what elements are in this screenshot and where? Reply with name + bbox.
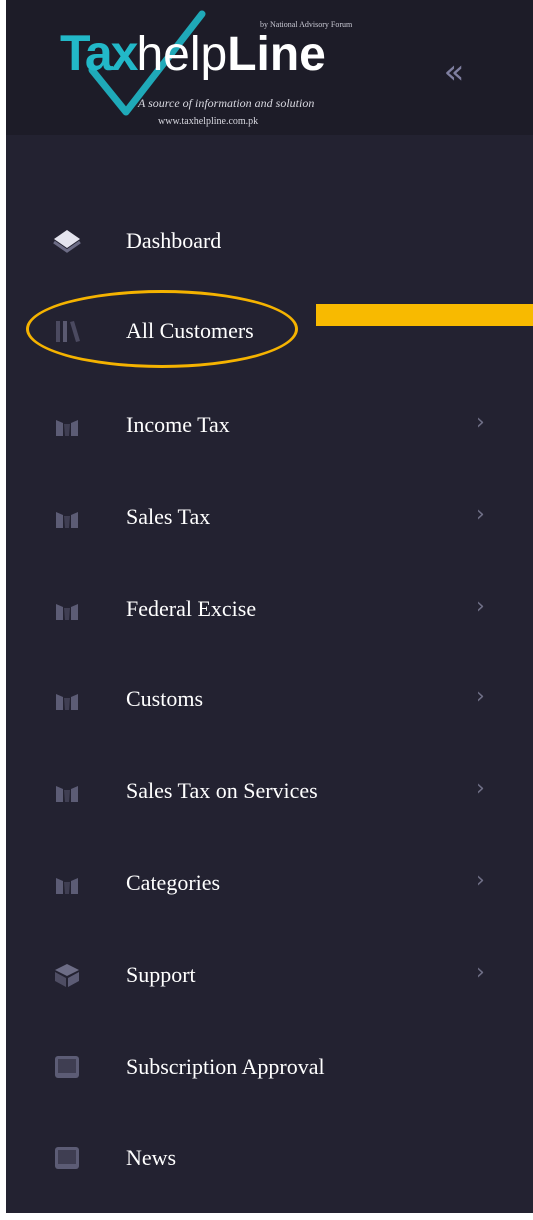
sidebar-item-sales-tax-on-services[interactable]: Sales Tax on Services › <box>6 760 533 820</box>
sidebar-item-label: Sales Tax <box>126 504 211 529</box>
chevron-right-icon: › <box>476 410 485 435</box>
logo-url: www.taxhelpline.com.pk <box>158 116 259 127</box>
chevron-right-icon: › <box>476 868 485 893</box>
sidebar-item-categories[interactable]: Categories › <box>6 852 533 912</box>
chevron-right-icon: › <box>476 960 485 985</box>
chart-icon <box>56 694 78 710</box>
chart-icon <box>56 512 78 528</box>
sidebar-item-dashboard[interactable]: Dashboard <box>6 210 533 270</box>
chart-icon <box>56 604 78 620</box>
sidebar-item-customs[interactable]: Customs › <box>6 668 533 728</box>
sidebar-item-sales-tax[interactable]: Sales Tax › <box>6 486 533 546</box>
chevron-right-icon: › <box>476 594 485 619</box>
sidebar: by National Advisory Forum TaxhelpLine A… <box>6 0 533 1213</box>
chart-icon <box>56 420 78 436</box>
box-icon <box>55 964 79 987</box>
sidebar-item-label: All Customers <box>126 318 254 343</box>
sidebar-item-all-customers[interactable]: All Customers <box>6 300 533 360</box>
chevron-right-icon: › <box>476 776 485 801</box>
logo-help: help <box>136 28 228 81</box>
sidebar-item-label: Sales Tax on Services <box>126 778 318 803</box>
sidebar-item-label: Federal Excise <box>126 596 257 621</box>
sidebar-item-label: Support <box>126 962 196 987</box>
logo-tagline: A source of information and solution <box>138 96 315 110</box>
chart-icon <box>56 878 78 894</box>
sidebar-item-label: Income Tax <box>126 412 230 437</box>
chart-icon <box>56 786 78 802</box>
sidebar-item-news[interactable]: News <box>6 1127 533 1187</box>
sidebar-item-support[interactable]: Support › <box>6 944 533 1004</box>
chevron-right-icon: › <box>476 684 485 709</box>
sidebar-item-federal-excise[interactable]: Federal Excise › <box>6 578 533 638</box>
sidebar-header: by National Advisory Forum TaxhelpLine A… <box>6 0 533 135</box>
layers-icon <box>53 230 81 253</box>
sidebar-item-label: Dashboard <box>126 228 222 253</box>
taxhelpline-logo[interactable]: by National Advisory Forum TaxhelpLine A… <box>60 8 400 128</box>
logo-tax: Tax <box>60 25 138 81</box>
monitor-icon <box>55 1147 79 1169</box>
chevron-right-icon: › <box>476 502 485 527</box>
sidebar-item-label: Categories <box>126 870 221 895</box>
sidebar-item-income-tax[interactable]: Income Tax › <box>6 394 533 454</box>
sidebar-item-subscription-approval[interactable]: Subscription Approval <box>6 1036 533 1096</box>
monitor-icon <box>55 1056 79 1078</box>
sidebar-item-label: Subscription Approval <box>126 1054 325 1079</box>
logo-wordmark: TaxhelpLine <box>60 28 326 79</box>
sidebar-item-label: News <box>126 1145 177 1170</box>
library-icon <box>56 321 80 342</box>
sidebar-item-label: Customs <box>126 686 204 711</box>
logo-line: Line <box>227 28 326 81</box>
collapse-sidebar-button[interactable]: « <box>434 55 474 89</box>
